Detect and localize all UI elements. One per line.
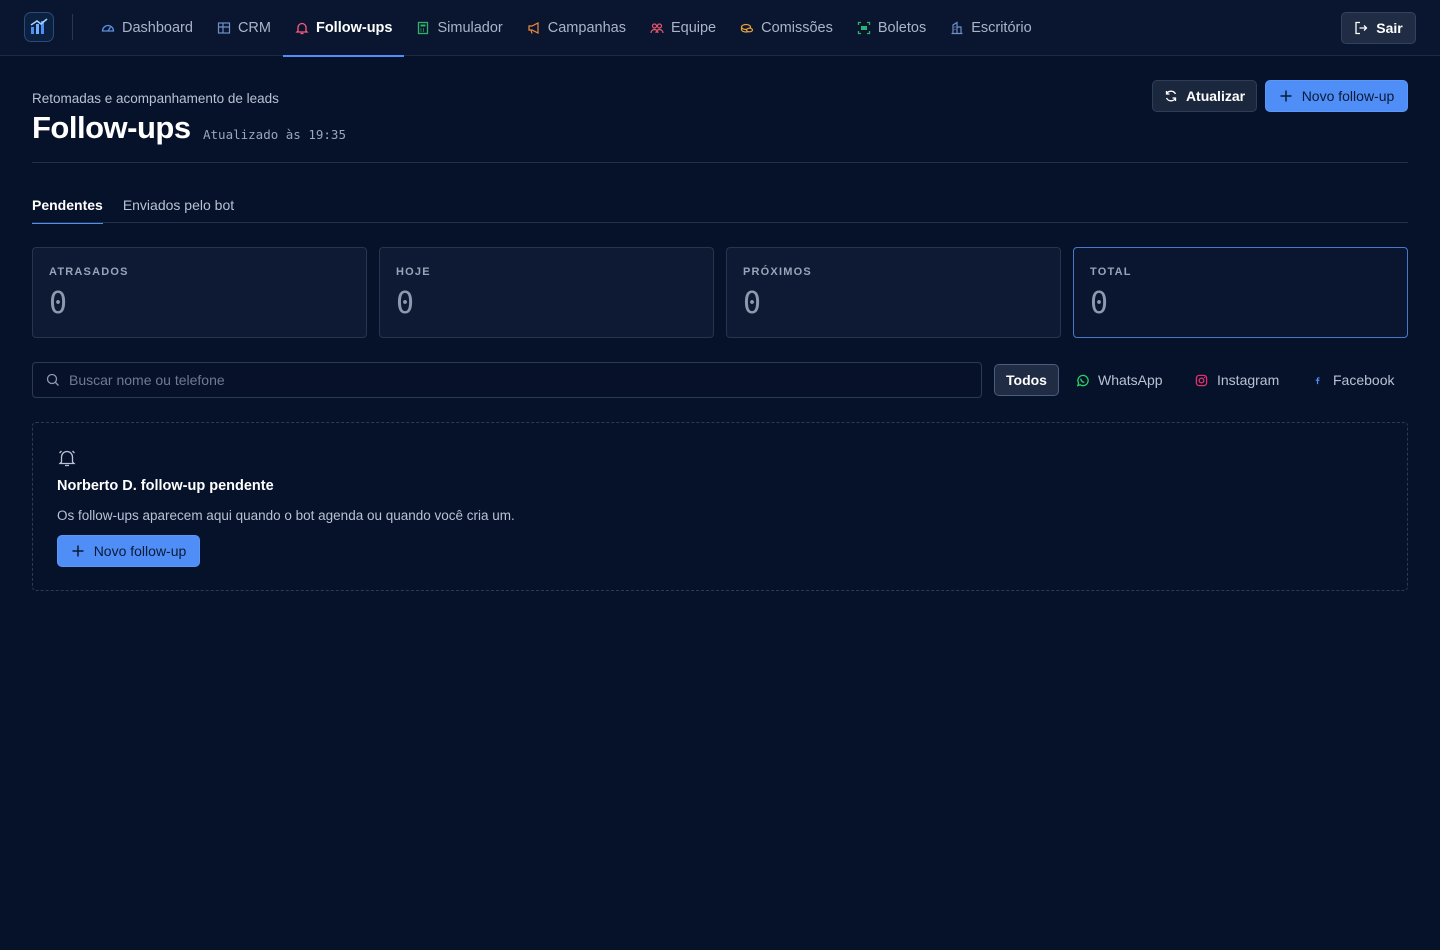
filter-label: Facebook bbox=[1333, 372, 1395, 388]
instagram-icon bbox=[1195, 374, 1208, 386]
coins-icon bbox=[741, 23, 754, 33]
bell-icon bbox=[295, 22, 309, 35]
search-input[interactable] bbox=[69, 363, 969, 397]
nav-item-follow-ups[interactable]: Follow-ups bbox=[282, 0, 405, 57]
empty-state-title: Norberto D. follow-up pendente bbox=[57, 478, 274, 494]
nav-item-simulador[interactable]: Simulador bbox=[404, 0, 514, 56]
tab-bar: Pendentes Enviados pelo bot bbox=[32, 186, 234, 224]
stat-label: PRÓXIMOS bbox=[743, 266, 812, 278]
new-follow-up-label: Novo follow-up bbox=[93, 543, 187, 559]
nav-item-escritorio[interactable]: Escritório bbox=[938, 0, 1043, 56]
filter-label: Todos bbox=[1006, 372, 1047, 388]
nav-label: Dashboard bbox=[122, 20, 193, 36]
gauge-icon bbox=[101, 24, 115, 32]
tabs-divider bbox=[32, 222, 1408, 223]
building-icon bbox=[951, 21, 963, 35]
tab-enviados-pelo-bot[interactable]: Enviados pelo bot bbox=[123, 186, 234, 223]
filter-instagram[interactable]: Instagram bbox=[1195, 364, 1279, 396]
nav-item-boletos[interactable]: Boletos bbox=[845, 0, 938, 56]
tab-pendentes[interactable]: Pendentes bbox=[32, 186, 103, 224]
nav-item-crm[interactable]: CRM bbox=[205, 0, 283, 56]
stat-value: 0 bbox=[1090, 286, 1109, 321]
stat-card-atrasados[interactable]: ATRASADOS 0 bbox=[32, 247, 367, 338]
empty-new-follow-up-button[interactable]: Novo follow-up bbox=[57, 535, 200, 567]
filter-label: Instagram bbox=[1217, 372, 1280, 388]
plus-icon bbox=[72, 545, 84, 557]
filter-whatsapp[interactable]: WhatsApp bbox=[1076, 364, 1163, 396]
app-logo[interactable] bbox=[24, 12, 54, 42]
header-divider bbox=[32, 162, 1408, 163]
nav-label: Escritório bbox=[971, 20, 1032, 36]
new-follow-up-button[interactable]: Novo follow-up bbox=[1265, 80, 1408, 112]
whatsapp-icon bbox=[1076, 374, 1089, 387]
empty-state-description: Os follow-ups aparecem aqui quando o bot… bbox=[57, 508, 515, 523]
stat-value: 0 bbox=[396, 286, 415, 321]
grid-icon bbox=[217, 22, 231, 34]
filter-todos[interactable]: Todos bbox=[994, 364, 1059, 396]
bell-icon bbox=[58, 450, 76, 467]
stat-label: HOJE bbox=[396, 266, 431, 278]
page-subtitle: Retomadas e acompanhamento de leads bbox=[32, 91, 279, 106]
facebook-icon bbox=[1315, 376, 1320, 384]
refresh-button[interactable]: Atualizar bbox=[1152, 80, 1257, 112]
nav-label: Comissões bbox=[761, 20, 833, 36]
last-updated-text: Atualizado às 19:35 bbox=[203, 127, 346, 142]
nav-label: Boletos bbox=[877, 20, 927, 36]
main-nav: Dashboard CRM Follow-ups Simulador Campa… bbox=[89, 0, 1044, 57]
nav-label: Simulador bbox=[437, 20, 503, 36]
stat-value: 0 bbox=[743, 286, 762, 321]
stat-card-hoje[interactable]: HOJE 0 bbox=[379, 247, 714, 338]
filter-facebook[interactable]: Facebook bbox=[1311, 364, 1394, 396]
nav-item-equipe[interactable]: Equipe bbox=[638, 0, 728, 56]
nav-label: Follow-ups bbox=[315, 20, 393, 36]
empty-state: Norberto D. follow-up pendente Os follow… bbox=[32, 422, 1408, 591]
nav-item-dashboard[interactable]: Dashboard bbox=[89, 0, 205, 56]
logout-button[interactable]: Sair bbox=[1341, 12, 1416, 44]
nav-item-comissoes[interactable]: Comissões bbox=[728, 0, 845, 56]
stat-card-proximos[interactable]: PRÓXIMOS 0 bbox=[726, 247, 1061, 338]
calculator-icon bbox=[418, 21, 429, 35]
nav-label: Campanhas bbox=[547, 20, 626, 36]
top-navbar: Dashboard CRM Follow-ups Simulador Campa… bbox=[0, 0, 1440, 57]
stat-value: 0 bbox=[49, 286, 68, 321]
nav-label: CRM bbox=[237, 20, 271, 36]
stat-label: TOTAL bbox=[1090, 266, 1132, 278]
search-icon bbox=[46, 373, 59, 386]
nav-label: Equipe bbox=[670, 20, 717, 36]
stat-label: ATRASADOS bbox=[49, 266, 129, 278]
megaphone-icon bbox=[528, 22, 539, 34]
logout-icon bbox=[1355, 21, 1368, 35]
nav-item-campanhas[interactable]: Campanhas bbox=[515, 0, 638, 56]
new-follow-up-label: Novo follow-up bbox=[1301, 88, 1395, 104]
filter-label: WhatsApp bbox=[1098, 372, 1163, 388]
stat-card-total[interactable]: TOTAL 0 bbox=[1073, 247, 1408, 338]
search-box bbox=[32, 362, 982, 398]
refresh-label: Atualizar bbox=[1185, 88, 1246, 104]
logout-label: Sair bbox=[1376, 20, 1403, 36]
scan-icon bbox=[857, 21, 870, 35]
nav-divider bbox=[72, 14, 73, 40]
plus-icon bbox=[1280, 90, 1292, 102]
page-title: Follow-ups bbox=[32, 110, 191, 145]
refresh-icon bbox=[1165, 90, 1177, 102]
users-icon bbox=[650, 23, 664, 34]
